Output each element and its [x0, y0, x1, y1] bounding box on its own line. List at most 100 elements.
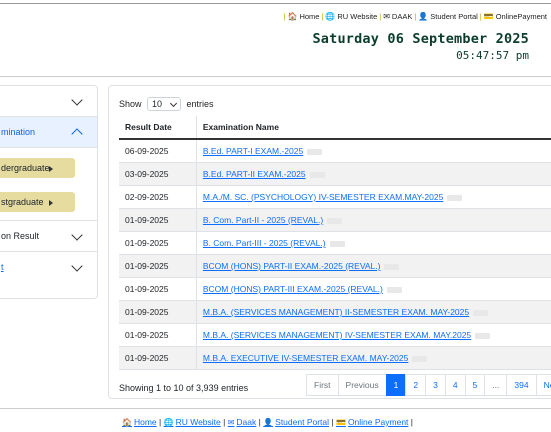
- exam-result-link[interactable]: BCOM (HONS) PART-II EXAM.-2025 (REVAL.): [203, 261, 381, 271]
- exam-result-link[interactable]: B.Ed. PART-I EXAM.-2025: [203, 146, 303, 156]
- undergraduate-label: dergraduate: [1, 163, 50, 173]
- footer-link-daak[interactable]: ✉ Daak: [228, 417, 257, 427]
- pagination: First Previous 1 2 3 4 5 ... 394 Next: [306, 374, 551, 396]
- footer-link-label: Student Portal: [275, 417, 330, 427]
- show-label: Show: [119, 99, 142, 109]
- table-row: 01-09-2025 M.B.A. (SERVICES MANAGEMENT) I…: [119, 300, 551, 324]
- footer-bar: 🏠 Home | 🌐 RU Website | ✉ Daak | 👤 Student P…: [0, 408, 551, 432]
- payment-icon: 💳: [483, 12, 494, 21]
- table-row: 01-09-2025 M.B.A. (SERVICES MANAGEMENT) I…: [119, 323, 551, 347]
- top-link-label: RU Website: [337, 12, 378, 21]
- results-panel: Show 10 entries Result Date Examination …: [108, 85, 551, 399]
- exam-name-cell: B.Ed. PART-II EXAM.-2025: [196, 162, 551, 186]
- column-header-result-date[interactable]: Result Date: [119, 116, 197, 140]
- entries-control: Show 10 entries: [119, 97, 214, 111]
- result-date-cell: 01-09-2025: [119, 254, 197, 278]
- top-link-label: DAAK: [391, 12, 413, 21]
- page-ellipsis: ...: [484, 374, 508, 396]
- sidebar-item-result[interactable]: on Result: [0, 221, 97, 252]
- exam-name-cell: BCOM (HONS) PART-II EXAM.-2025 (REVAL.): [196, 254, 551, 278]
- exam-result-link[interactable]: M.B.A. (SERVICES MANAGEMENT) IV-SEMESTER…: [203, 330, 471, 340]
- footer-link-home[interactable]: 🏠 Home: [122, 417, 157, 427]
- envelope-icon: ✉: [383, 12, 390, 21]
- result-date-cell: 01-09-2025: [119, 346, 197, 370]
- sidebar-item-label: t: [1, 262, 4, 272]
- exam-name-cell: M.B.A. (SERVICES MANAGEMENT) II-SEMESTER…: [196, 300, 551, 324]
- footer-links: 🏠 Home | 🌐 RU Website | ✉ Daak | 👤 Student P…: [122, 417, 413, 427]
- exam-name-cell: M.A./M. SC. (PSYCHOLOGY) IV-SEMESTER EXA…: [196, 185, 551, 209]
- table-row: 01-09-2025 M.B.A. EXECUTIVE IV-SEMESTER E…: [119, 346, 551, 370]
- link-separator: |: [220, 417, 228, 427]
- sidebar-item-link[interactable]: t: [0, 252, 97, 282]
- postgraduate-button[interactable]: stgraduate: [0, 192, 75, 212]
- link-separator: |: [408, 417, 413, 427]
- exam-result-link[interactable]: M.B.A. EXECUTIVE IV-SEMESTER EXAM. MAY-2…: [203, 353, 408, 363]
- chevron-down-icon: [71, 260, 83, 272]
- sidebar-item-label: on Result: [1, 231, 40, 241]
- page-3-button[interactable]: 3: [425, 374, 446, 396]
- results-table: Result Date Examination Name 06-09-2025 B…: [119, 116, 551, 370]
- sidebar-item-collapsed[interactable]: [0, 86, 97, 117]
- top-link-home[interactable]: 🏠 Home: [287, 12, 319, 21]
- user-icon: 👤: [418, 12, 429, 21]
- top-link-onlinepayment[interactable]: 💳 OnlinePayment: [484, 12, 547, 21]
- envelope-icon: ✉: [227, 418, 235, 427]
- page-next-button[interactable]: Next: [535, 374, 551, 396]
- chevron-down-icon: [169, 99, 178, 108]
- page-4-button[interactable]: 4: [444, 374, 466, 396]
- top-link-daak[interactable]: ✉ DAAK: [383, 12, 412, 21]
- exam-name-cell: B. Com. Part-III - 2025 (REVAL.): [196, 231, 551, 255]
- top-link-label: Student Portal: [430, 12, 478, 21]
- link-separator: |: [414, 12, 417, 21]
- footer-link-online-payment[interactable]: 💳 Online Payment: [336, 417, 408, 427]
- footer-link-ru-website[interactable]: 🌐 RU Website: [164, 417, 221, 427]
- top-link-ru-website[interactable]: 🌐 RU Website: [325, 12, 377, 21]
- table-header-row: Result Date Examination Name: [119, 116, 551, 140]
- current-time: 05:47:57 pm: [456, 49, 529, 62]
- exam-result-link[interactable]: B. Com. Part-III - 2025 (REVAL.): [203, 238, 326, 248]
- result-date-cell: 01-09-2025: [119, 300, 197, 324]
- page-last-button[interactable]: 394: [506, 374, 537, 396]
- table-row: 06-09-2025 B.Ed. PART-I EXAM.-2025: [119, 139, 551, 163]
- caret-right-icon: [49, 200, 53, 206]
- link-separator: |: [156, 417, 164, 427]
- sidebar-submenu: dergraduate stgraduate: [0, 148, 97, 221]
- link-separator: |: [283, 12, 286, 21]
- result-date-cell: 01-09-2025: [119, 277, 197, 301]
- exam-result-link[interactable]: B. Com. Part-II - 2025 (REVAL.): [203, 215, 323, 225]
- page-1-button[interactable]: 1: [385, 374, 407, 396]
- page-5-button[interactable]: 5: [464, 374, 486, 396]
- result-date-cell: 03-09-2025: [119, 162, 197, 186]
- result-date-cell: 01-09-2025: [119, 208, 197, 232]
- top-link-label: Home: [299, 12, 320, 21]
- footer-link-student-portal[interactable]: 👤 Student Portal: [263, 417, 329, 427]
- table-row: 01-09-2025 B. Com. Part-II - 2025 (REVAL.…: [119, 208, 551, 232]
- caret-right-icon: [49, 166, 53, 172]
- new-badge-icon: [329, 240, 345, 247]
- postgraduate-label: stgraduate: [1, 197, 44, 207]
- footer-link-label: Home: [133, 417, 157, 427]
- new-badge-icon: [307, 148, 323, 155]
- undergraduate-button[interactable]: dergraduate: [0, 158, 75, 178]
- page-2-button[interactable]: 2: [405, 374, 427, 396]
- exam-result-link[interactable]: BCOM (HONS) PART-III EXAM.-2025 (REVAL.): [203, 284, 383, 294]
- sidebar-item-examination[interactable]: mination: [0, 117, 97, 148]
- sidebar-item-label: mination: [1, 127, 36, 137]
- exam-result-link[interactable]: M.A./M. SC. (PSYCHOLOGY) IV-SEMESTER EXA…: [203, 192, 443, 202]
- column-header-examination-name[interactable]: Examination Name: [196, 116, 551, 140]
- exam-result-link[interactable]: B.Ed. PART-II EXAM.-2025: [203, 169, 306, 179]
- exam-name-cell: BCOM (HONS) PART-III EXAM.-2025 (REVAL.): [196, 277, 551, 301]
- table-row: 01-09-2025 BCOM (HONS) PART-II EXAM.-2025…: [119, 254, 551, 278]
- top-link-student-portal[interactable]: 👤 Student Portal: [418, 12, 478, 21]
- page-first-button[interactable]: First: [306, 374, 339, 396]
- home-icon: 🏠: [122, 418, 132, 427]
- link-separator: |: [479, 12, 482, 21]
- exam-result-link[interactable]: M.B.A. (SERVICES MANAGEMENT) II-SEMESTER…: [203, 307, 469, 317]
- footer-link-label: Online Payment: [347, 417, 409, 427]
- chevron-down-icon: [71, 94, 83, 106]
- result-date-cell: 01-09-2025: [119, 323, 197, 347]
- page-previous-button[interactable]: Previous: [337, 374, 387, 396]
- exam-name-cell: M.B.A. (SERVICES MANAGEMENT) IV-SEMESTER…: [196, 323, 551, 347]
- user-icon: 👤: [263, 418, 274, 427]
- entries-select[interactable]: 10: [147, 97, 182, 111]
